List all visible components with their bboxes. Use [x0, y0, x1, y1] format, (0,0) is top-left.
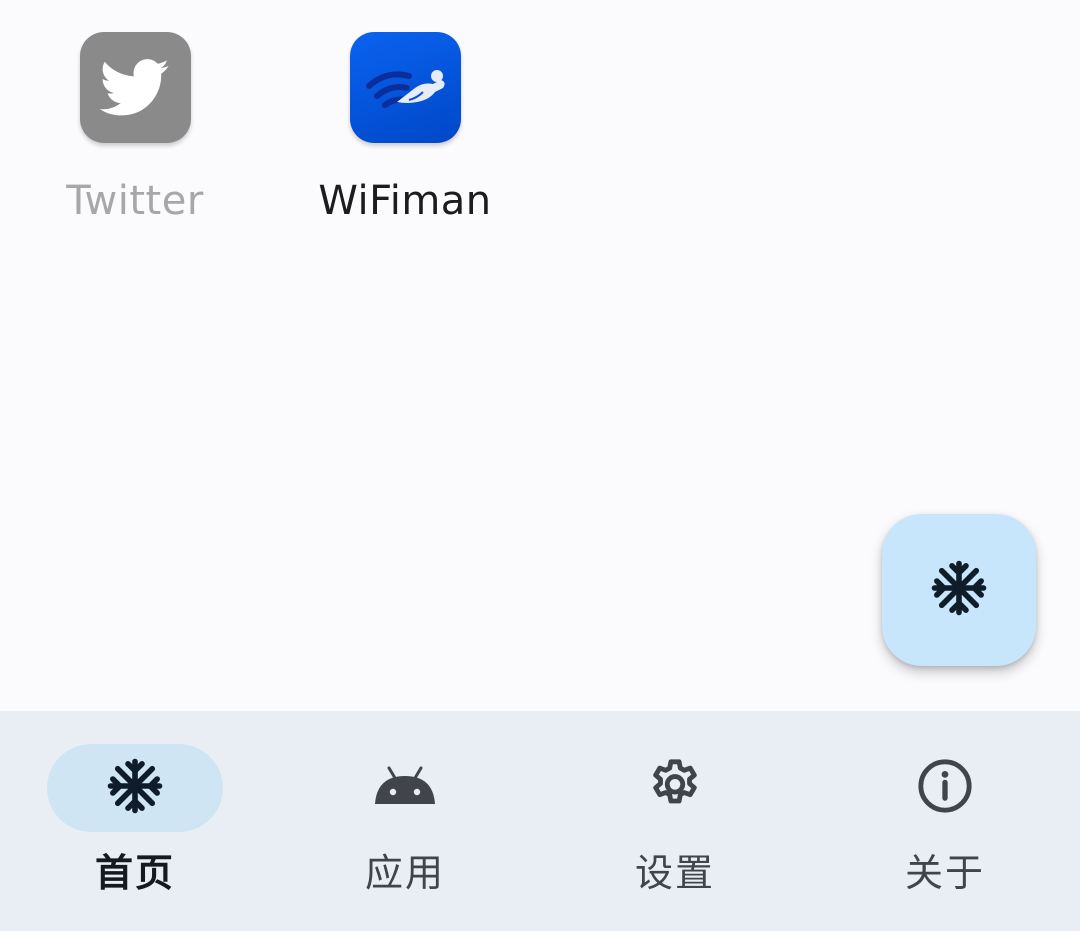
snowflake-icon	[931, 560, 987, 620]
nav-indicator-settings	[587, 744, 763, 832]
nav-label-apps: 应用	[364, 851, 445, 895]
twitter-bird-icon	[79, 32, 191, 143]
nav-label-about: 关于	[904, 851, 985, 895]
nav-indicator-apps	[317, 744, 493, 832]
nav-item-apps[interactable]: 应用	[270, 711, 540, 931]
android-icon	[373, 766, 437, 810]
app-tile-wifiman[interactable]: WiFiman	[270, 32, 540, 221]
gear-icon	[646, 757, 704, 819]
wifiman-icon	[349, 32, 461, 143]
nav-active-indicator	[47, 744, 223, 832]
nav-label-settings: 设置	[634, 851, 715, 895]
app-label-twitter: Twitter	[66, 178, 204, 224]
app-screen: Twitter WiFiman 首页 应用 设置 关于	[0, 0, 1080, 931]
app-label-wifiman: WiFiman	[318, 178, 492, 224]
nav-label-home: 首页	[94, 851, 175, 895]
nav-item-settings[interactable]: 设置	[540, 711, 810, 931]
nav-item-home[interactable]: 首页	[0, 711, 270, 931]
freeze-fab-button[interactable]	[882, 514, 1036, 666]
info-icon	[916, 757, 974, 819]
nav-item-about[interactable]: 关于	[810, 711, 1080, 931]
nav-indicator-about	[857, 744, 1033, 832]
app-tile-twitter[interactable]: Twitter	[0, 32, 270, 221]
snowflake-icon	[107, 758, 163, 818]
bottom-navigation: 首页 应用 设置 关于	[0, 711, 1080, 931]
